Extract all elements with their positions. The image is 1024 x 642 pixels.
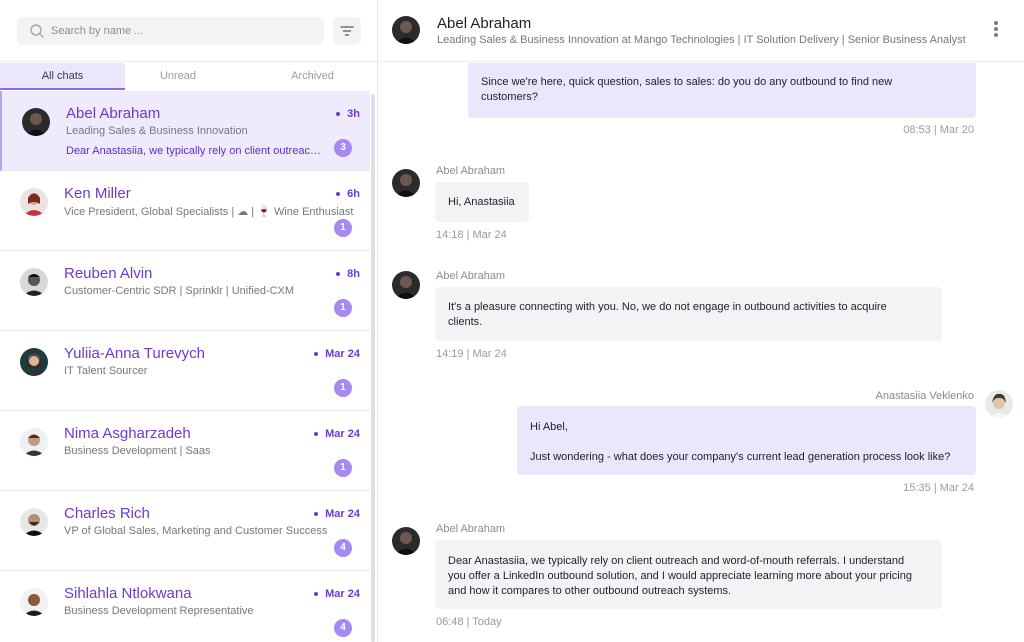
chat-tabs: All chats Unread Archived [0,63,378,90]
chat-subtitle: VP of Global Sales, Marketing and Custom… [64,525,328,537]
chat-time: Mar 24 [314,508,360,520]
message-sender: Abel Abraham [436,270,506,282]
avatar [20,508,48,536]
tab-all-chats[interactable]: All chats [0,63,125,90]
chat-subtitle: Customer-Centric SDR | Sprinklr | Unifie… [64,285,295,297]
chat-time: Mar 24 [314,348,360,360]
contact-headline: Leading Sales & Business Innovation at M… [437,34,966,46]
unread-dot [314,592,319,597]
message-bubble-incoming: Hi, Anastasiia [435,182,529,222]
filter-button[interactable] [333,17,361,45]
chat-preview: Dear Anastasiia, we typically rely on cl… [66,145,326,157]
my-avatar [985,390,1013,418]
chat-item-ken-miller[interactable]: Ken Miller 6h Vice President, Global Spe… [0,171,370,251]
chat-sidebar: All chats Unread Archived Abel Abraham 3… [0,0,378,642]
avatar [20,268,48,296]
chat-list: Abel Abraham 3h Leading Sales & Business… [0,91,378,642]
chat-subtitle: Vice President, Global Specialists | ☁ |… [64,206,354,218]
unread-dot [336,192,341,197]
chat-name: Nima Asgharzadeh [64,425,191,442]
sender-avatar [392,271,420,299]
search-row [0,0,378,62]
message-bubble-incoming: It's a pleasure connecting with you. No,… [435,287,942,341]
search-box[interactable] [17,17,324,45]
unread-badge: 1 [334,219,352,237]
message-sender: Abel Abraham [436,523,506,535]
unread-dot [314,352,319,357]
message-bubble-outgoing: Since we're here, quick question, sales … [468,63,976,118]
unread-dot [336,112,341,117]
avatar [20,348,48,376]
message-bubble-outgoing: Hi Abel, Just wondering - what does your… [517,406,976,475]
sender-avatar [392,169,420,197]
chat-name: Yuliia-Anna Turevych [64,345,205,362]
chat-item-sihlahla-ntlokwana[interactable]: Sihlahla Ntlokwana Mar 24 Business Devel… [0,571,370,642]
chat-list-scrollbar[interactable] [371,94,375,642]
filter-icon [340,26,354,36]
chat-subtitle: IT Talent Sourcer [64,365,148,377]
contact-name[interactable]: Abel Abraham [437,15,531,32]
chat-time: 6h [336,188,360,200]
unread-dot [314,432,319,437]
message-sender: Anastasiia Veklenko [875,390,974,402]
message-sender: Abel Abraham [436,165,506,177]
message-thread: Since we're here, quick question, sales … [379,63,1024,642]
contact-avatar[interactable] [392,16,420,44]
chat-time: 3h [336,108,360,120]
message-timestamp: 06:48 | Today [436,616,502,628]
tab-archived[interactable]: Archived [250,63,375,90]
chat-name: Abel Abraham [66,105,161,122]
chat-item-reuben-alvin[interactable]: Reuben Alvin 8h Customer-Centric SDR | S… [0,251,370,331]
chat-time: Mar 24 [314,588,360,600]
chat-item-yuliia-anna-turevych[interactable]: Yuliia-Anna Turevych Mar 24 IT Talent So… [0,331,370,411]
message-timestamp: 15:35 | Mar 24 [903,482,974,494]
avatar [20,588,48,616]
chat-name: Sihlahla Ntlokwana [64,585,192,602]
chat-subtitle: Business Development | Saas [64,445,211,457]
unread-dot [314,512,319,517]
more-vertical-icon[interactable] [991,20,1001,40]
tab-unread[interactable]: Unread [125,63,231,90]
chat-time: 8h [336,268,360,280]
message-timestamp: 08:53 | Mar 20 [903,124,974,136]
conversation-header: Abel Abraham Leading Sales & Business In… [379,0,1024,62]
message-bubble-incoming: Dear Anastasiia, we typically rely on cl… [435,540,942,609]
chat-name: Charles Rich [64,505,150,522]
conversation-panel: Abel Abraham Leading Sales & Business In… [379,0,1024,642]
sender-avatar [392,527,420,555]
avatar [20,428,48,456]
unread-badge: 1 [334,379,352,397]
message-timestamp: 14:18 | Mar 24 [436,229,507,241]
chat-name: Reuben Alvin [64,265,153,282]
unread-badge: 1 [334,299,352,317]
chat-item-charles-rich[interactable]: Charles Rich Mar 24 VP of Global Sales, … [0,491,370,571]
chat-item-nima-asgharzadeh[interactable]: Nima Asgharzadeh Mar 24 Business Develop… [0,411,370,491]
unread-dot [336,272,341,277]
avatar [22,108,50,136]
unread-badge: 1 [334,459,352,477]
message-timestamp: 14:19 | Mar 24 [436,348,507,360]
chat-name: Ken Miller [64,185,131,202]
chat-item-abel-abraham[interactable]: Abel Abraham 3h Leading Sales & Business… [0,91,370,171]
search-icon [30,24,44,38]
unread-badge: 3 [334,139,352,157]
chat-subtitle: Business Development Representative [64,605,254,617]
search-input[interactable] [51,17,311,45]
avatar [20,188,48,216]
chat-time: Mar 24 [314,428,360,440]
unread-badge: 4 [334,619,352,637]
chat-subtitle: Leading Sales & Business Innovation [66,125,248,137]
unread-badge: 4 [334,539,352,557]
